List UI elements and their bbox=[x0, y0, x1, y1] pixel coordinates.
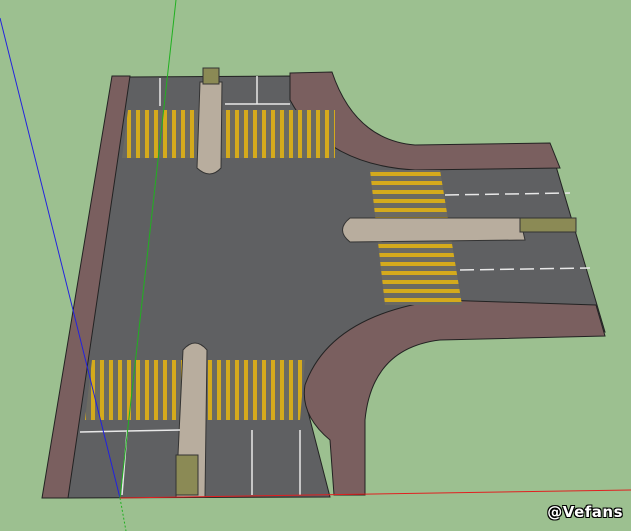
median-top bbox=[196, 67, 223, 175]
axis-green-dotted bbox=[119, 497, 127, 531]
crosswalk-top bbox=[122, 110, 335, 158]
planter-bottom bbox=[175, 454, 199, 496]
planter-top bbox=[202, 67, 220, 85]
sketchup-viewport[interactable] bbox=[0, 0, 631, 531]
planter-right bbox=[519, 217, 577, 233]
watermark: @Vefans bbox=[547, 503, 623, 521]
